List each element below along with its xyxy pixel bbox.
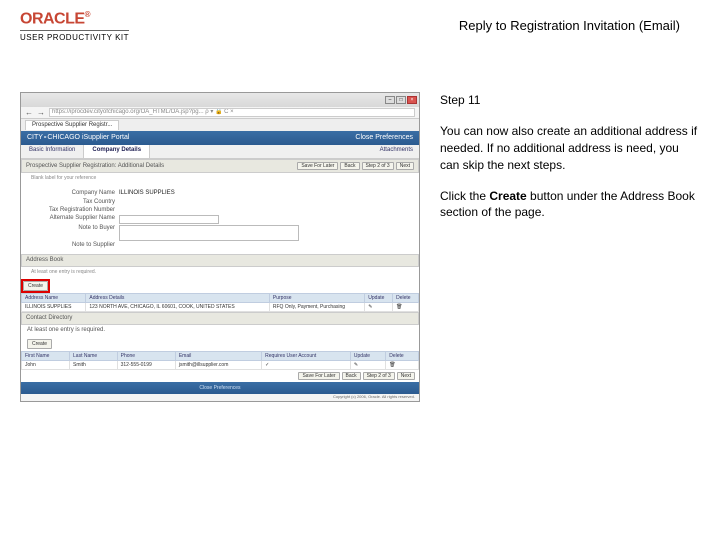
create-contact-button: Create (27, 339, 52, 349)
save-for-later-button: Save For Later (297, 162, 338, 170)
address-table: Address Name Address Details Purpose Upd… (21, 293, 419, 312)
company-name-label: Company Name (29, 190, 119, 197)
back-button-bottom: Back (342, 372, 361, 380)
bottom-button-row: Save For Later Back Step 2 of 3 Next (21, 370, 419, 382)
address-book-header: Address Book (21, 254, 419, 267)
contact-phone-cell: 312-555-0199 (117, 360, 175, 369)
tab-attachments: Attachments (374, 145, 419, 158)
contact-col-last: Last Name (70, 351, 118, 360)
save-for-later-button-bottom: Save For Later (298, 372, 339, 380)
portal-links: Close Preferences (355, 134, 413, 142)
tax-country-label: Tax Country (29, 199, 119, 206)
maximize-icon: □ (396, 96, 406, 104)
subbrand-text: USER PRODUCTIVITY KIT (20, 30, 129, 42)
addr-col-update: Update (365, 294, 393, 303)
section-hint: Blank label for your reference (31, 175, 419, 181)
portal-header: CITY∘CHICAGO iSupplier Portal Close Pref… (21, 131, 419, 145)
addr-name-cell: ILLINOIS SUPPLIES (22, 303, 86, 312)
contact-email-cell: jsmith@illsupplier.com (175, 360, 261, 369)
contact-col-email: Email (175, 351, 261, 360)
trash-icon: 🗑 (386, 360, 419, 369)
pencil-icon: ✎ (365, 303, 393, 312)
step-indicator: Step 2 of 3 (362, 162, 394, 170)
address-book-title: Address Book (26, 257, 63, 264)
portal-footer: Close Preferences (21, 382, 419, 394)
brand-block: ORACLE® USER PRODUCTIVITY KIT (20, 10, 129, 42)
next-button-bottom: Next (397, 372, 415, 380)
step-indicator-bottom: Step 2 of 3 (363, 372, 395, 380)
contact-col-update: Update (350, 351, 385, 360)
contact-col-delete: Delete (386, 351, 419, 360)
registered-mark: ® (85, 10, 90, 19)
close-icon: × (407, 96, 417, 104)
wizard-tabs: Basic Information Company Details Attach… (21, 145, 419, 159)
company-name-value: ILLINOIS SUPPLIES (119, 190, 175, 197)
tax-id-label: Tax Registration Number (29, 207, 119, 214)
addr-col-delete: Delete (393, 294, 419, 303)
instruction-panel: Step 11 You can now also create an addit… (440, 92, 700, 402)
oracle-logo: ORACLE® (20, 10, 129, 28)
contact-directory-title: Contact Directory (26, 315, 72, 322)
pencil-icon: ✎ (350, 360, 385, 369)
contact-col-phone: Phone (117, 351, 175, 360)
section-title: Prospective Supplier Registration: Addit… (26, 163, 164, 170)
table-row: John Smith 312-555-0199 jsmith@illsuppli… (22, 360, 419, 369)
url-field: https://iprocdev.cityofchicago.org/OA_HT… (49, 108, 415, 117)
table-row: ILLINOIS SUPPLIES 123 NORTH AVE, CHICAGO… (22, 303, 419, 312)
browser-tab: Prospective Supplier Registr... (25, 120, 119, 130)
instruction-para-1: You can now also create an additional ad… (440, 123, 700, 173)
back-arrow-icon: ← (25, 108, 33, 118)
browser-toolbar: ← → https://iprocdev.cityofchicago.org/O… (21, 107, 419, 119)
forward-arrow-icon: → (37, 108, 45, 118)
brand-text: ORACLE (20, 10, 85, 27)
contact-col-acct: Requires User Account (262, 351, 351, 360)
embedded-screenshot: – □ × ← → https://iprocdev.cityofchicago… (20, 92, 420, 402)
addr-col-purpose: Purpose (269, 294, 364, 303)
contact-first-cell: John (22, 360, 70, 369)
addr-col-name: Address Name (22, 294, 86, 303)
section-header: Prospective Supplier Registration: Addit… (21, 159, 419, 173)
next-button: Next (396, 162, 414, 170)
para2-pre: Click the (440, 189, 489, 203)
step-label: Step 11 (440, 92, 700, 109)
trash-icon: 🗑 (393, 303, 419, 312)
note-buyer-input (119, 225, 299, 241)
contact-required-note: At least one entry is required. (21, 325, 419, 336)
alt-name-input (119, 215, 219, 224)
contact-table: First Name Last Name Phone Email Require… (21, 351, 419, 370)
alt-name-label: Alternate Supplier Name (29, 215, 119, 224)
create-button-highlight: Create (21, 279, 50, 293)
contact-acct-cell: ✓ (262, 360, 351, 369)
instruction-para-2: Click the Create button under the Addres… (440, 188, 700, 222)
addr-details-cell: 123 NORTH AVE, CHICAGO, IL 60601, COOK, … (86, 303, 270, 312)
address-hint: At least one entry is required. (31, 269, 419, 275)
contact-directory-header: Contact Directory (21, 312, 419, 325)
create-address-button[interactable]: Create (23, 281, 48, 291)
page-title: Reply to Registration Invitation (Email) (459, 18, 680, 33)
browser-tab-strip: Prospective Supplier Registr... (21, 119, 419, 131)
tab-company-details: Company Details (84, 145, 150, 158)
contact-last-cell: Smith (70, 360, 118, 369)
para2-bold: Create (489, 189, 526, 203)
contact-col-first: First Name (22, 351, 70, 360)
minimize-icon: – (385, 96, 395, 104)
note-supplier-label: Note to Supplier (29, 242, 119, 249)
addr-col-details: Address Details (86, 294, 270, 303)
addr-purpose-cell: RFQ Only, Payment, Purchasing (269, 303, 364, 312)
back-button: Back (340, 162, 359, 170)
note-buyer-label: Note to Buyer (29, 225, 119, 241)
window-titlebar: – □ × (21, 93, 419, 107)
tab-basic-info: Basic Information (21, 145, 84, 158)
company-form: Company NameILLINOIS SUPPLIES Tax Countr… (21, 185, 419, 254)
portal-title: CITY∘CHICAGO iSupplier Portal (27, 134, 129, 142)
copyright-text: Copyright (c) 2006, Oracle. All rights r… (21, 394, 419, 401)
